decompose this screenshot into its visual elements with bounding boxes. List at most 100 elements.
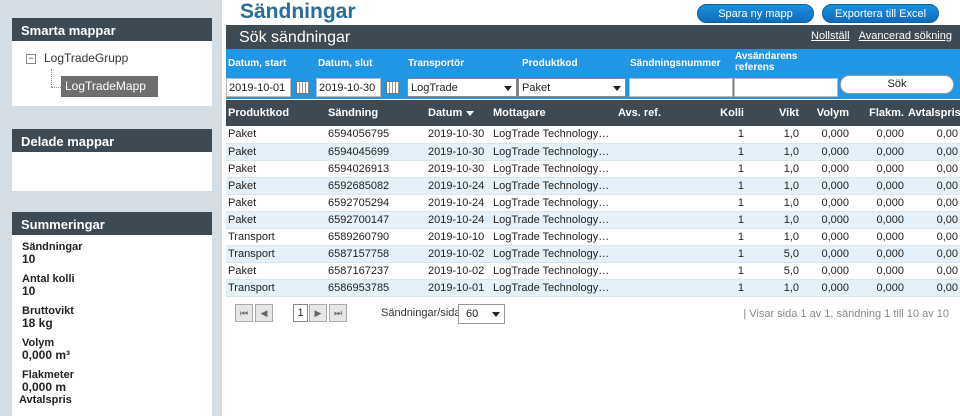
per-page-value: 60 bbox=[466, 308, 479, 320]
cell-flak: 0,000 bbox=[851, 194, 906, 212]
cell-flak: 0,000 bbox=[851, 143, 906, 161]
cell-weight: 1,0 bbox=[746, 211, 801, 229]
cell-recipient: LogTrade Technology… bbox=[491, 245, 616, 263]
sender-ref-label-line: Avsändarens bbox=[735, 51, 798, 62]
table-row[interactable]: Paket 6594026913 2019-10-30 LogTrade Techno… bbox=[226, 160, 960, 178]
cell-flak: 0,000 bbox=[851, 279, 906, 297]
col-header-recipient[interactable]: Mottagare bbox=[491, 100, 616, 126]
shared-folders-panel: Delade mappar bbox=[12, 129, 212, 191]
tree-connector bbox=[51, 87, 61, 88]
table-row[interactable]: Paket 6587167237 2019-10-02 LogTrade Techno… bbox=[226, 262, 960, 280]
col-header-product[interactable]: Produktkod bbox=[226, 100, 326, 126]
per-page-select[interactable]: 60 bbox=[458, 304, 505, 324]
table-row[interactable]: Paket 6592685082 2019-10-24 LogTrade Techno… bbox=[226, 177, 960, 195]
col-header-flak[interactable]: Flakm. bbox=[851, 100, 906, 126]
cell-ref bbox=[616, 279, 686, 297]
table-row[interactable]: Transport 6586953785 2019-10-01 LogTrade Te… bbox=[226, 279, 960, 297]
cell-price: 0,00 bbox=[906, 211, 960, 229]
cell-volume: 0,000 bbox=[801, 126, 851, 144]
cell-date: 2019-10-02 bbox=[426, 245, 491, 263]
col-header-packages[interactable]: Kolli bbox=[686, 100, 746, 126]
calendar-icon[interactable] bbox=[386, 81, 400, 94]
date-end-input[interactable]: 2019-10-30 bbox=[316, 78, 381, 97]
per-page-label: Sändningar/sida bbox=[381, 307, 461, 319]
search-button[interactable]: Sök bbox=[840, 75, 954, 94]
cell-weight: 5,0 bbox=[746, 262, 801, 280]
col-header-volume[interactable]: Volym bbox=[801, 100, 851, 126]
cell-product: Paket bbox=[226, 262, 326, 280]
cell-product: Paket bbox=[226, 194, 326, 212]
cell-recipient: LogTrade Technology… bbox=[491, 279, 616, 297]
advanced-search-link[interactable]: Avancerad sökning bbox=[859, 30, 952, 42]
summary-value: 0,000 m³ bbox=[22, 348, 71, 362]
search-links: Nollställ Avancerad sökning bbox=[805, 30, 952, 42]
first-page-button[interactable]: ⏮ bbox=[235, 304, 253, 322]
cell-date: 2019-10-30 bbox=[426, 126, 491, 144]
cell-volume: 0,000 bbox=[801, 279, 851, 297]
cell-volume: 0,000 bbox=[801, 211, 851, 229]
col-header-weight[interactable]: Vikt bbox=[746, 100, 801, 126]
date-start-input[interactable]: 2019-10-01 bbox=[226, 78, 291, 97]
product-code-label: Produktkod bbox=[522, 58, 578, 69]
cell-date: 2019-10-24 bbox=[426, 194, 491, 212]
tree-node-logtrademapp[interactable]: LogTradeMapp bbox=[61, 76, 158, 97]
cell-date: 2019-10-24 bbox=[426, 211, 491, 229]
cell-date: 2019-10-01 bbox=[426, 279, 491, 297]
cell-recipient: LogTrade Technology… bbox=[491, 194, 616, 212]
reset-link[interactable]: Nollställ bbox=[811, 30, 850, 42]
col-header-date[interactable]: Datum bbox=[426, 100, 491, 126]
shipment-number-input[interactable] bbox=[629, 78, 733, 97]
cell-ref bbox=[616, 262, 686, 280]
search-title: Sök sändningar bbox=[239, 29, 351, 46]
shipments-table: Produktkod Sändning Datum Mottagare Avs.… bbox=[226, 100, 960, 297]
cell-weight: 1,0 bbox=[746, 177, 801, 195]
last-page-button[interactable]: ⏭ bbox=[329, 304, 347, 322]
cell-shipment: 6592685082 bbox=[326, 177, 426, 195]
cell-packages: 1 bbox=[686, 194, 746, 212]
col-header-ref[interactable]: Avs. ref. bbox=[616, 100, 686, 126]
product-code-select-value: Paket bbox=[522, 82, 551, 94]
table-row[interactable]: Transport 6589260790 2019-10-10 LogTrade Te… bbox=[226, 228, 960, 246]
cell-weight: 1,0 bbox=[746, 126, 801, 144]
col-header-price[interactable]: Avtalspris bbox=[906, 100, 960, 126]
collapse-toggle-icon[interactable]: − bbox=[26, 54, 36, 64]
smart-folders-panel: Smarta mappar − LogTradeGrupp LogTradeMa… bbox=[12, 18, 212, 106]
table-row[interactable]: Transport 6587157758 2019-10-02 LogTrade Te… bbox=[226, 245, 960, 263]
cell-price: 0,00 bbox=[906, 279, 960, 297]
cell-volume: 0,000 bbox=[801, 177, 851, 195]
cell-date: 2019-10-24 bbox=[426, 177, 491, 195]
filter-area: Datum, start Datum, slut Transportör Pro… bbox=[226, 49, 960, 99]
tree-node-logtradegrupp[interactable]: LogTradeGrupp bbox=[44, 51, 128, 65]
save-folder-button[interactable]: Spara ny mapp bbox=[697, 4, 814, 23]
cell-volume: 0,000 bbox=[801, 262, 851, 280]
current-page[interactable]: 1 bbox=[293, 304, 308, 322]
cell-packages: 1 bbox=[686, 262, 746, 280]
calendar-icon[interactable] bbox=[296, 81, 310, 94]
cell-weight: 1,0 bbox=[746, 279, 801, 297]
prev-page-button[interactable]: ◀ bbox=[255, 304, 273, 322]
table-row[interactable]: Paket 6594056795 2019-10-30 LogTrade Techno… bbox=[226, 126, 960, 144]
cell-volume: 0,000 bbox=[801, 228, 851, 246]
col-header-shipment[interactable]: Sändning bbox=[326, 100, 426, 126]
table-row[interactable]: Paket 6592700147 2019-10-24 LogTrade Techno… bbox=[226, 211, 960, 229]
product-code-select[interactable]: Paket bbox=[518, 78, 626, 97]
cell-date: 2019-10-30 bbox=[426, 160, 491, 178]
cell-date: 2019-10-10 bbox=[426, 228, 491, 246]
export-excel-button[interactable]: Exportera till Excel bbox=[822, 4, 939, 23]
cell-price: 0,00 bbox=[906, 245, 960, 263]
left-sidebar: Smarta mappar − LogTradeGrupp LogTradeMa… bbox=[0, 0, 222, 416]
table-row[interactable]: Paket 6592705294 2019-10-24 LogTrade Techno… bbox=[226, 194, 960, 212]
chevron-down-icon bbox=[504, 86, 512, 91]
cell-ref bbox=[616, 245, 686, 263]
summary-list: Sändningar 10 Antal kolli 10 Bruttovikt … bbox=[12, 235, 212, 406]
carrier-select-value: LogTrade bbox=[411, 82, 458, 94]
cell-shipment: 6594026913 bbox=[326, 160, 426, 178]
sender-ref-input[interactable] bbox=[734, 78, 838, 97]
cell-date: 2019-10-30 bbox=[426, 143, 491, 161]
cell-recipient: LogTrade Technology… bbox=[491, 262, 616, 280]
table-row[interactable]: Paket 6594045699 2019-10-30 LogTrade Techno… bbox=[226, 143, 960, 161]
carrier-select[interactable]: LogTrade bbox=[407, 78, 517, 97]
cell-price: 0,00 bbox=[906, 160, 960, 178]
cell-product: Paket bbox=[226, 143, 326, 161]
next-page-button[interactable]: ▶ bbox=[309, 304, 327, 322]
